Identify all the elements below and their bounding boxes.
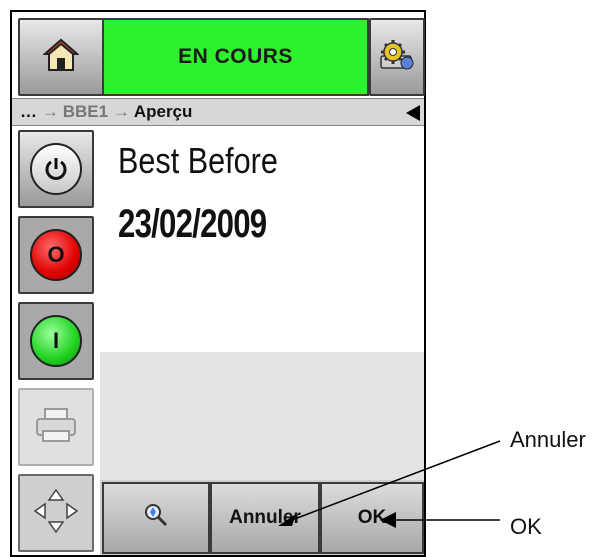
breadcrumb-separator: →: [37, 102, 59, 121]
ok-button-label: OK: [357, 507, 387, 528]
stop-icon: O: [30, 229, 82, 281]
breadcrumb: … → BBE1 → Aperçu: [12, 98, 424, 126]
start-button[interactable]: I: [18, 302, 94, 380]
blank-panel: [100, 352, 424, 480]
power-button[interactable]: [18, 130, 94, 208]
status-indicator: EN COURS: [102, 18, 369, 96]
zoom-button[interactable]: [102, 482, 210, 554]
device-screen: EN COURS … → BBE1 → Aperçu O I Best Befo…: [10, 10, 426, 557]
settings-button[interactable]: [369, 18, 425, 96]
start-icon: I: [30, 315, 82, 367]
breadcrumb-item-apercu: Aperçu: [133, 102, 193, 121]
home-button[interactable]: [18, 18, 104, 96]
stop-button[interactable]: O: [18, 216, 94, 294]
print-button[interactable]: [18, 388, 94, 466]
cancel-button[interactable]: Annuler: [210, 482, 320, 554]
label-preview: Best Before 23/02/2009: [100, 126, 424, 352]
back-arrow-icon[interactable]: [406, 105, 420, 121]
ok-callout-label: OK: [510, 514, 542, 539]
settings-gear-icon: [377, 38, 417, 77]
breadcrumb-separator: →: [108, 102, 130, 121]
power-icon: [30, 143, 82, 195]
breadcrumb-prefix: …: [20, 102, 37, 121]
cancel-button-label: Annuler: [229, 507, 301, 528]
annuler-callout-label: Annuler: [510, 427, 586, 452]
breadcrumb-item-bbe1[interactable]: BBE1: [63, 102, 108, 122]
ok-button[interactable]: OK: [320, 482, 424, 554]
printer-icon: [33, 405, 79, 450]
preview-text-line-1: Best Before: [118, 140, 278, 181]
preview-text-line-2: 23/02/2009: [118, 202, 267, 246]
navigation-button[interactable]: [18, 474, 94, 552]
status-text: EN COURS: [178, 45, 293, 68]
side-button-column: O I: [12, 126, 98, 555]
start-label: I: [30, 315, 82, 367]
direction-arrows-icon: [31, 486, 81, 541]
home-icon: [42, 38, 80, 77]
zoom-icon: [143, 502, 169, 534]
stop-label: O: [30, 229, 82, 281]
